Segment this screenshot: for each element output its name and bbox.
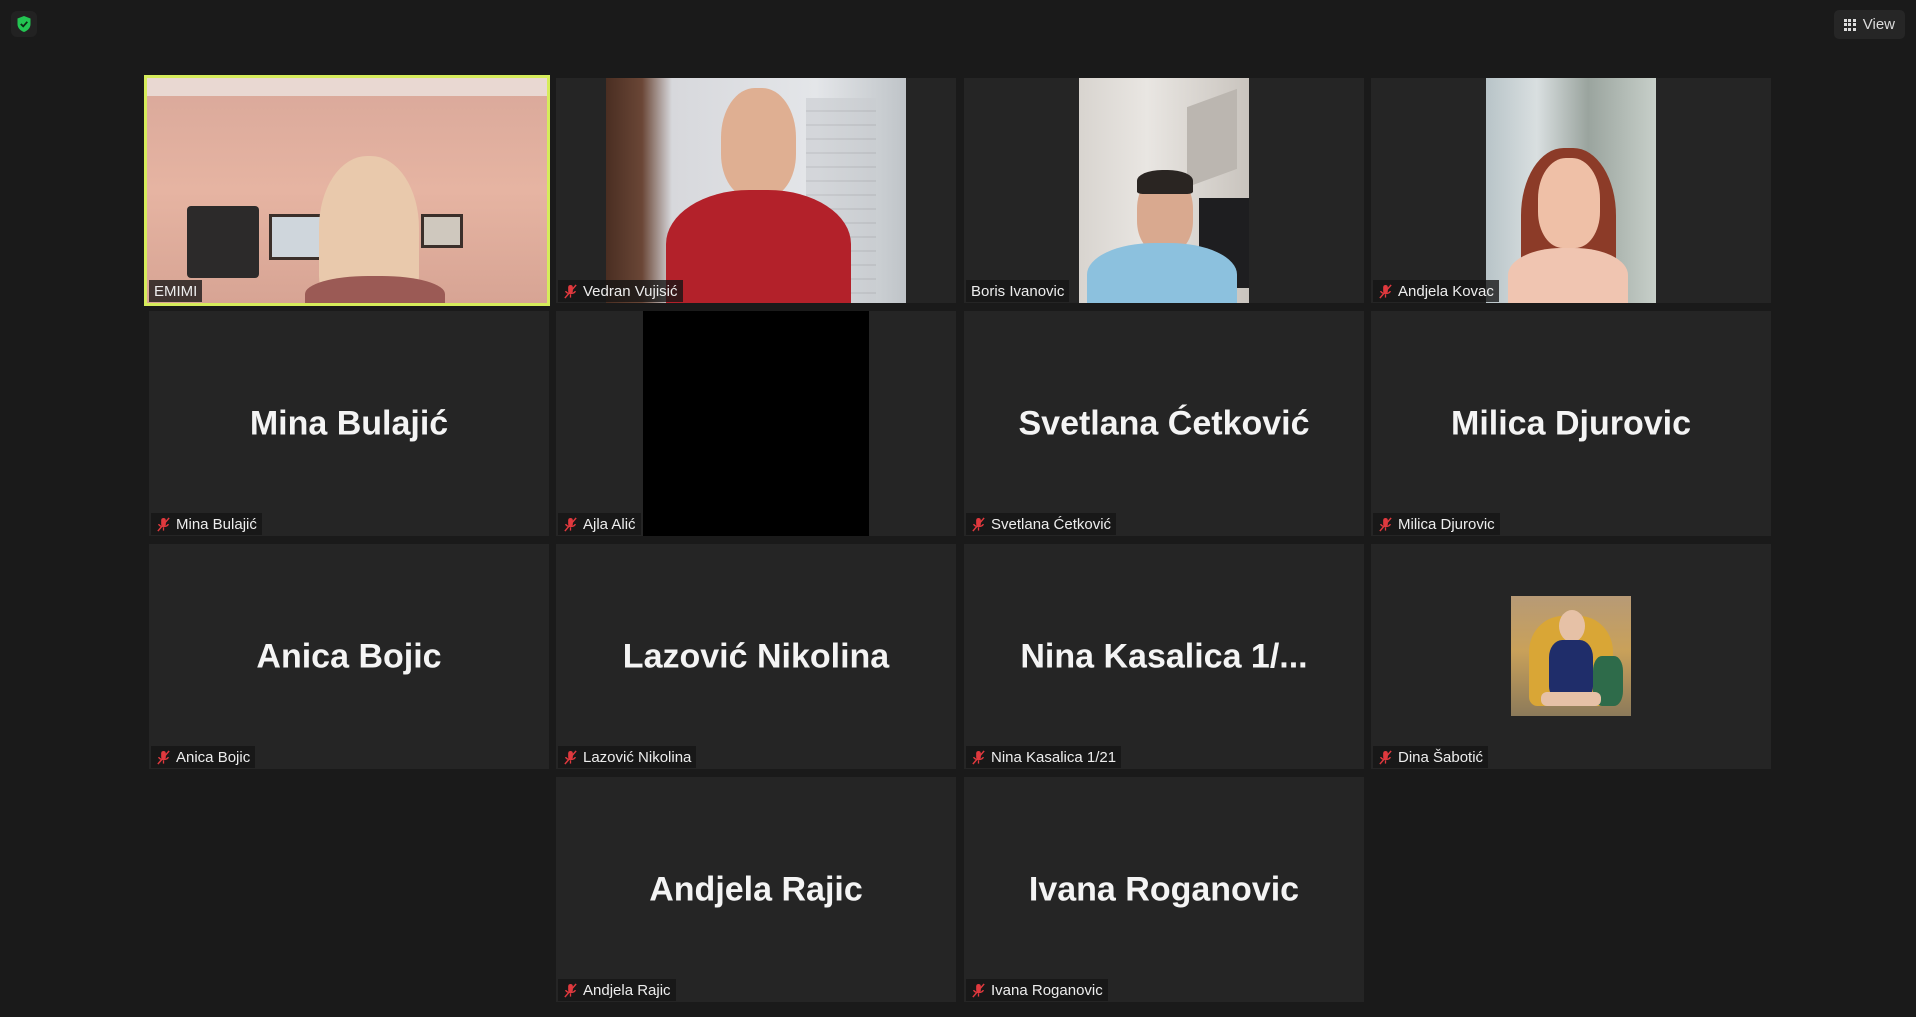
participant-name-tag: Ivana Roganovic (966, 979, 1108, 1001)
participant-avatar (1511, 596, 1631, 716)
video-tile-andjela-rajic[interactable]: Andjela Rajic Andjela Rajic (556, 777, 956, 1002)
participant-video (606, 78, 906, 303)
participant-display-name: Svetlana Ćetković (1018, 404, 1310, 442)
participant-name-tag: Andjela Rajic (558, 979, 676, 1001)
mic-muted-icon (972, 982, 985, 998)
video-tile-svetlana-cetkovic[interactable]: Svetlana Ćetković Svetlana Ćetković (964, 311, 1364, 536)
participant-display-name: Nina Kasalica 1/... (1020, 637, 1308, 675)
view-button-label: View (1862, 16, 1895, 33)
participant-name: Svetlana Ćetković (991, 515, 1112, 533)
mic-muted-icon (564, 749, 577, 765)
video-tile-lazovic-nikolina[interactable]: Lazović Nikolina Lazović Nikolina (556, 544, 956, 769)
grid-view-icon (1843, 18, 1856, 31)
participant-name: Mina Bulajić (176, 515, 257, 533)
participant-display-name: Ivana Roganovic (1028, 870, 1300, 908)
video-tile-mina-bulajic[interactable]: Mina Bulajić Mina Bulajić (149, 311, 549, 536)
mic-muted-icon (1379, 749, 1392, 765)
video-tile-nina-kasalica[interactable]: Nina Kasalica 1/... Nina Kasalica 1/21 (964, 544, 1364, 769)
video-tile-andjela-kovac[interactable]: Andjela Kovac (1371, 78, 1771, 303)
participant-video (147, 78, 547, 303)
view-button[interactable]: View (1833, 10, 1905, 39)
video-tile-ivana-roganovic[interactable]: Ivana Roganovic Ivana Roganovic (964, 777, 1364, 1002)
mic-muted-icon (157, 516, 170, 532)
participant-name-tag: Vedran Vujisić (558, 280, 683, 302)
video-tile-anica-bojic[interactable]: Anica Bojic Anica Bojic (149, 544, 549, 769)
participant-display-name: Anica Bojic (256, 637, 442, 675)
mic-muted-icon (564, 982, 577, 998)
participant-name-tag: Dina Šabotić (1373, 746, 1489, 768)
participant-video (1486, 78, 1656, 303)
participant-name-tag: Svetlana Ćetković (966, 513, 1117, 535)
participant-name: Boris Ivanovic (971, 282, 1065, 300)
participant-name-tag: Lazović Nikolina (558, 746, 697, 768)
mic-muted-icon (972, 516, 985, 532)
participant-name: EMIMI (154, 282, 198, 300)
participant-name-tag: Boris Ivanovic (966, 280, 1070, 302)
participant-display-name: Lazović Nikolina (622, 637, 890, 675)
mic-muted-icon (1379, 283, 1392, 299)
mic-muted-icon (1379, 516, 1392, 532)
participant-name: Dina Šabotić (1398, 748, 1484, 766)
participant-name-tag: Andjela Kovac (1373, 280, 1499, 302)
participant-name-tag: Anica Bojic (151, 746, 256, 768)
participant-name-tag: EMIMI (149, 280, 203, 302)
mic-muted-icon (157, 749, 170, 765)
participant-name-tag: Milica Djurovic (1373, 513, 1500, 535)
participant-name-tag: Ajla Alić (558, 513, 641, 535)
mic-muted-icon (564, 283, 577, 299)
participant-name: Vedran Vujisić (583, 282, 678, 300)
video-tile-vedran-vujisic[interactable]: Vedran Vujisić (556, 78, 956, 303)
participant-display-name: Andjela Rajic (649, 870, 863, 908)
security-shield-icon[interactable] (11, 11, 37, 37)
mic-muted-icon (972, 749, 985, 765)
video-tile-milica-djurovic[interactable]: Milica Djurovic Milica Djurovic (1371, 311, 1771, 536)
participant-name: Nina Kasalica 1/21 (991, 748, 1117, 766)
participant-name: Ajla Alić (583, 515, 636, 533)
video-tile-dina-sabotic[interactable]: Dina Šabotić (1371, 544, 1771, 769)
participant-name: Lazović Nikolina (583, 748, 692, 766)
participant-name-tag: Nina Kasalica 1/21 (966, 746, 1122, 768)
participant-video (1079, 78, 1249, 303)
participant-display-name: Milica Djurovic (1451, 404, 1691, 442)
participant-name: Andjela Rajic (583, 981, 671, 999)
participant-name: Andjela Kovac (1398, 282, 1494, 300)
participant-video (643, 311, 869, 536)
participant-name-tag: Mina Bulajić (151, 513, 262, 535)
participant-display-name: Mina Bulajić (249, 404, 449, 442)
participant-name: Ivana Roganovic (991, 981, 1103, 999)
participant-name: Anica Bojic (176, 748, 251, 766)
video-tile-boris-ivanovic[interactable]: Boris Ivanovic (964, 78, 1364, 303)
participant-name: Milica Djurovic (1398, 515, 1495, 533)
video-tile-ajla-alic[interactable]: Ajla Alić (556, 311, 956, 536)
mic-muted-icon (564, 516, 577, 532)
video-tile-emimi[interactable]: EMIMI (144, 75, 550, 306)
